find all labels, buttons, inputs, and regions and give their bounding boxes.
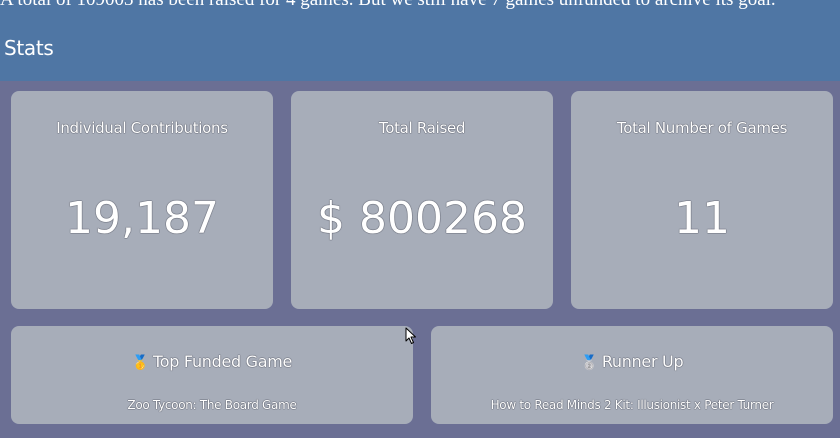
individual-contributions-card: Individual Contributions 19,187 [11,91,273,309]
total-raised-card: Total Raised $ 800268 [291,91,553,309]
stats-heading: Stats [4,36,54,60]
gold-medal-icon: 🥇 [131,355,150,371]
top-funded-game-name: Zoo Tycoon: The Board Game [127,398,297,412]
runner-up-game-name: How to Read Minds 2 Kit: Illusionist x P… [490,398,774,412]
top-funded-heading: Top Funded Game [153,352,293,371]
runner-up-heading-row: 🥈 Runner Up [431,352,833,371]
silver-medal-icon: 🥈 [580,355,598,371]
mouse-pointer-icon [405,327,416,344]
runner-up-heading: Runner Up [601,352,684,371]
runner-up-game-card: 🥈 Runner Up How to Read Minds 2 Kit: Illu… [431,326,833,424]
top-funded-game-card: 🥇 Top Funded Game Zoo Tycoon: The Board G… [11,326,413,424]
total-games-label: Total Number of Games [616,119,788,137]
individual-contributions-label: Individual Contributions [56,119,228,137]
individual-contributions-value: 19,187 [65,193,219,244]
total-raised-value: $ 800268 [317,193,527,244]
stats-panel: Individual Contributions 19,187 Total Ra… [0,81,840,438]
total-games-card: Total Number of Games 11 [571,91,833,309]
top-funded-heading-row: 🥇 Top Funded Game [11,352,413,371]
total-games-value: 11 [674,193,730,244]
funding-summary-banner: A total of 109003 has been raised for 4 … [0,0,840,11]
total-raised-label: Total Raised [378,119,466,137]
